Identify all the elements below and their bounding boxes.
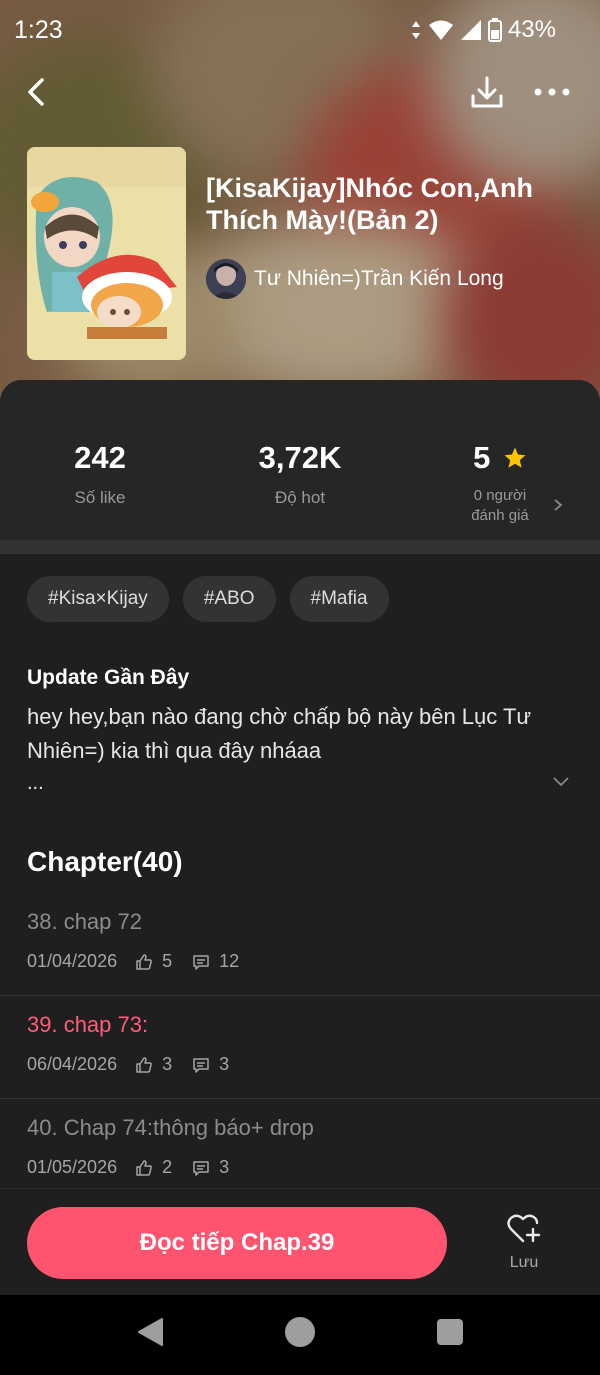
tag-chip[interactable]: #Mafia [289,576,389,622]
continue-reading-button[interactable]: Đọc tiếp Chap.39 [27,1207,447,1279]
status-bar: 1:23 43% [0,0,600,62]
wifi-icon [428,20,453,40]
rating-label: 0 người đánh giá [400,486,600,526]
chapter-title: 40. Chap 74:thông báo+ drop [27,1115,314,1140]
chapter-meta: 01/04/2026 5 12 [27,951,259,972]
story-title: [KisaKijay]Nhóc Con,Anh Thích Mày!(Bản 2… [206,173,534,235]
update-text: hey hey,bạn nào đang chờ chấp bộ này bên… [27,704,532,763]
stat-likes: 242 Số like [0,440,200,508]
chapter-row[interactable]: 40. Chap 74:thông báo+ drop 01/05/2026 2… [0,1099,600,1202]
nav-recents-icon[interactable] [437,1319,463,1345]
avatar-image [206,259,246,299]
download-icon [471,76,503,108]
more-options-button[interactable] [530,76,574,108]
thumbs-up-icon [136,1056,152,1073]
chapter-list-heading: Chapter(40) [27,846,183,877]
story-cover[interactable] [27,147,186,360]
chapter-comments: 3 [219,1054,230,1074]
story-detail-sheet: 242 Số like 3,72K Độ hot 5 0 người đánh … [0,380,600,1295]
save-button[interactable]: Lưu [494,1213,554,1279]
back-arrow-icon [28,78,44,106]
back-button[interactable] [22,76,54,108]
system-nav-bar [0,1295,600,1375]
battery-percent: 43% [507,16,556,43]
chapter-likes: 2 [162,1157,173,1177]
hot-value: 3,72K [258,440,342,475]
heart-plus-icon [507,1214,541,1243]
chapter-row[interactable]: 38. chap 72 01/04/2026 5 12 [0,893,600,996]
chapter-row-current[interactable]: 39. chap 73: 06/04/2026 3 3 [0,996,600,1099]
tag-chip[interactable]: #ABO [182,576,276,622]
chapter-date: 06/04/2026 [27,1054,118,1074]
chapter-date: 01/04/2026 [27,951,118,971]
stat-rating[interactable]: 5 0 người đánh giá [400,440,600,526]
chevron-right-icon[interactable] [552,498,564,512]
likes-value: 242 [74,440,126,475]
cover-artwork [27,147,186,360]
author-avatar[interactable] [206,259,246,299]
thumbs-up-icon [136,953,152,970]
rating-label-count: 0 người [473,487,527,504]
rating-label-text: đánh giá [471,507,529,524]
chapter-date: 01/05/2026 [27,1157,118,1177]
update-ellipsis: ... [27,772,44,794]
chevron-down-icon[interactable] [552,774,570,788]
battery-icon [487,18,502,42]
chapter-comments: 3 [219,1157,230,1177]
signal-icon [460,20,481,40]
nav-home-icon[interactable] [285,1317,315,1347]
chapter-likes: 3 [162,1054,173,1074]
rating-value-row: 5 [400,440,600,476]
stats-bar: 242 Số like 3,72K Độ hot 5 0 người đánh … [0,380,600,540]
chapter-meta: 01/05/2026 2 3 [27,1157,249,1178]
download-button[interactable] [468,74,506,112]
update-heading: Update Gần Đây [27,666,190,689]
status-time: 1:23 [14,16,63,44]
hot-label: Độ hot [274,488,326,507]
chapter-likes: 5 [162,951,173,971]
tag-list: #Kisa×Kijay #ABO #Mafia [27,576,389,622]
section-divider [0,540,600,554]
status-icons: 43% [410,16,556,44]
chapter-meta: 06/04/2026 3 3 [27,1054,249,1075]
data-arrows-icon [411,21,420,39]
save-label: Lưu [509,1254,539,1271]
chapter-title: 39. chap 73: [27,1012,149,1037]
comment-icon [193,1057,209,1073]
star-icon [504,447,526,468]
author-name[interactable]: Tư Nhiên=)Trần Kiến Long [254,267,504,291]
comment-icon [193,954,209,970]
comment-icon [193,1160,209,1176]
thumbs-up-icon [136,1159,152,1176]
stat-hot: 3,72K Độ hot [200,440,400,508]
chapter-comments: 12 [219,951,240,971]
rating-value: 5 [473,440,491,475]
chapter-title: 38. chap 72 [27,909,142,934]
tag-chip[interactable]: #Kisa×Kijay [27,576,169,622]
likes-label: Số like [74,488,126,507]
author-row[interactable]: Tư Nhiên=)Trần Kiến Long [206,259,504,299]
bottom-action-bar: Đọc tiếp Chap.39 Lưu [0,1188,600,1295]
nav-back-icon[interactable] [136,1317,164,1347]
more-dots-icon [534,88,570,96]
